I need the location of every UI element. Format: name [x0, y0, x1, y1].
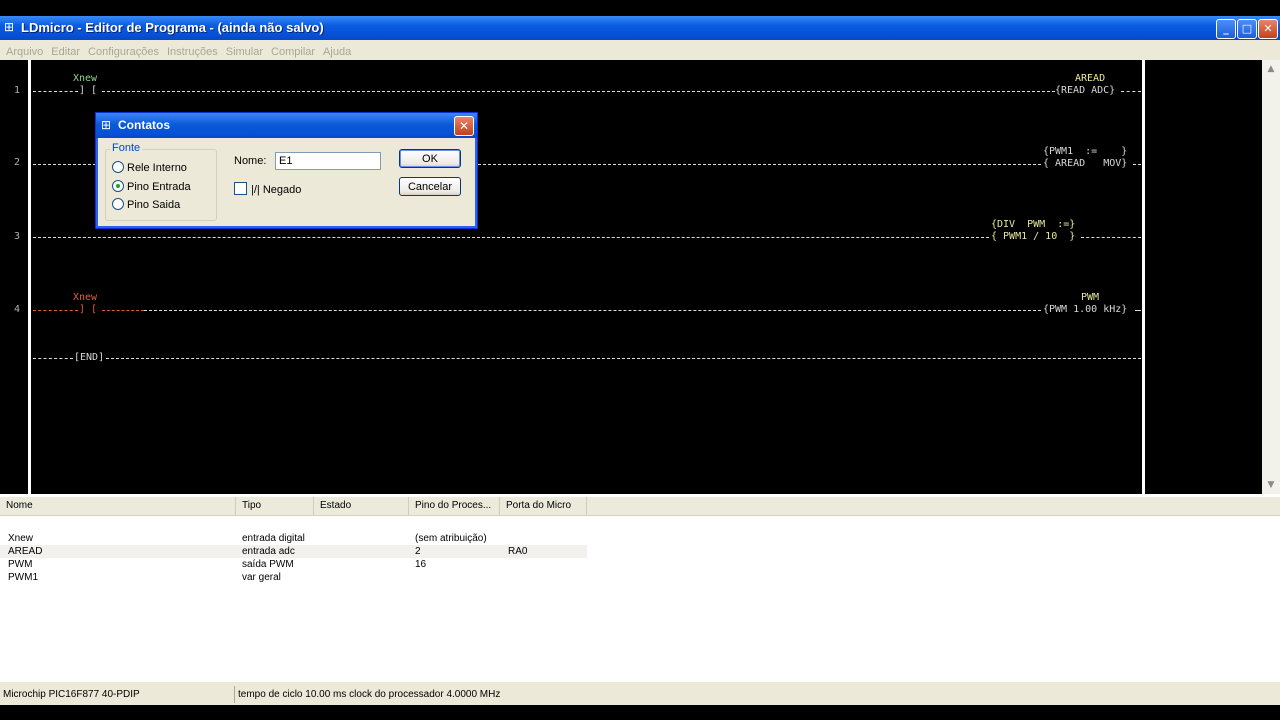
menu-instrucoes[interactable]: Instruções [163, 43, 222, 58]
rung-wire [102, 310, 144, 311]
app-icon: ⊞ [101, 118, 112, 132]
dialog-title-bar[interactable]: ⊞ Contatos ✕ [96, 113, 477, 138]
negated-checkbox[interactable]: |/| Negado [234, 182, 301, 196]
io-list-header: Nome Tipo Estado Pino do Proces... Porta… [0, 497, 1280, 516]
coil-name: AREAD [1075, 73, 1106, 84]
col-estado[interactable]: Estado [314, 497, 409, 515]
scroll-down-icon[interactable]: ▼ [1263, 477, 1279, 493]
scroll-up-icon[interactable]: ▲ [1263, 61, 1279, 77]
name-input[interactable]: E1 [275, 152, 381, 170]
rung-wire [1121, 91, 1141, 92]
rung-wire [1133, 164, 1141, 165]
col-pino[interactable]: Pino do Proces... [409, 497, 500, 515]
title-bar[interactable]: ⊞ LDmicro - Editor de Programa - (ainda … [0, 16, 1280, 40]
rung-number: 4 [14, 304, 21, 315]
table-row[interactable]: PWM saída PWM 16 [0, 558, 587, 571]
col-porta[interactable]: Porta do Micro [500, 497, 587, 515]
radio-label: Pino Entrada [127, 181, 191, 193]
vertical-scrollbar[interactable]: ▲ ▼ [1262, 60, 1280, 494]
rung-wire [33, 237, 989, 238]
cell-tipo: var geral [242, 572, 281, 583]
rung-wire [102, 91, 1055, 92]
contacts-dialog: ⊞ Contatos ✕ Fonte Rele Interno Pino Ent… [95, 112, 478, 229]
rung-number: 2 [14, 157, 21, 168]
cell-tipo: entrada adc [242, 546, 295, 557]
checkbox-label: |/| Negado [251, 184, 302, 196]
table-row[interactable]: AREAD entrada adc 2 RA0 [0, 545, 587, 558]
window-title: LDmicro - Editor de Programa - (ainda nã… [21, 20, 324, 35]
dialog-title: Contatos [118, 118, 170, 132]
radio-pino-entrada[interactable]: Pino Entrada [112, 180, 191, 194]
div-line1[interactable]: {DIV PWM :=} [991, 219, 1075, 231]
col-tipo[interactable]: Tipo [236, 497, 314, 515]
mov-line2[interactable]: { AREAD MOV} [1043, 158, 1127, 170]
menu-editar[interactable]: Editar [47, 43, 84, 58]
contact-symbol[interactable]: ] [ [79, 85, 97, 97]
radio-checked-icon [112, 180, 124, 192]
status-chip: Microchip PIC16F877 40-PDIP [3, 689, 140, 700]
right-power-rail [1142, 60, 1145, 494]
menu-configuracoes[interactable]: Configurações [84, 43, 163, 58]
col-nome[interactable]: Nome [0, 497, 236, 515]
rung-wire [106, 358, 1141, 359]
radio-icon [112, 161, 124, 173]
rung-wire [1081, 237, 1141, 238]
status-bar: Microchip PIC16F877 40-PDIP tempo de cic… [0, 681, 1280, 705]
coil-symbol[interactable]: {PWM 1.00 kHz} [1043, 304, 1127, 316]
contact-name: Xnew [73, 73, 98, 84]
radio-rele-interno[interactable]: Rele Interno [112, 161, 187, 175]
maximize-button[interactable]: □ [1237, 19, 1257, 39]
io-list[interactable]: Nome Tipo Estado Pino do Proces... Porta… [0, 494, 1280, 681]
rung-wire [33, 358, 73, 359]
rung-number: 3 [14, 231, 21, 242]
coil-name: PWM [1081, 292, 1100, 303]
rung-wire [144, 310, 1041, 311]
radio-pino-saida[interactable]: Pino Saida [112, 198, 180, 212]
coil-symbol[interactable]: {READ ADC} [1055, 85, 1115, 97]
dialog-close-button[interactable]: ✕ [454, 116, 474, 136]
cell-tipo: saída PWM [242, 559, 294, 570]
status-cycle: tempo de ciclo 10.00 ms clock do process… [234, 686, 1280, 703]
minimize-button[interactable]: _ [1216, 19, 1236, 39]
mov-line1[interactable]: {PWM1 := } [1043, 146, 1127, 158]
cell-nome: PWM1 [8, 572, 38, 583]
close-button[interactable]: ✕ [1258, 19, 1278, 39]
radio-icon [112, 198, 124, 210]
table-row[interactable]: PWM1 var geral [0, 571, 587, 584]
cell-nome: Xnew [8, 533, 34, 544]
cell-pino: 2 [415, 546, 421, 557]
menu-simular[interactable]: Simular [222, 43, 267, 58]
rung-wire [33, 310, 78, 311]
cell-tipo: entrada digital [242, 533, 305, 544]
left-power-rail [28, 60, 31, 494]
menu-ajuda[interactable]: Ajuda [319, 43, 355, 58]
contact-name: Xnew [73, 292, 98, 303]
cell-nome: PWM [8, 559, 33, 570]
checkbox-icon [234, 182, 247, 195]
rung-wire [1135, 310, 1141, 311]
radio-label: Rele Interno [127, 162, 187, 174]
menu-compilar[interactable]: Compilar [267, 43, 319, 58]
cancel-button[interactable]: Cancelar [399, 177, 461, 196]
radio-label: Pino Saida [127, 199, 181, 211]
div-line2[interactable]: { PWM1 / 10 } [991, 231, 1075, 243]
name-label: Nome: [234, 155, 267, 167]
rung-wire [33, 91, 78, 92]
menu-bar: Arquivo Editar Configurações Instruções Simu… [0, 40, 1280, 60]
cell-pino: (sem atribuição) [415, 533, 487, 544]
cell-porta: RA0 [508, 546, 528, 557]
fonte-group-label: Fonte [110, 142, 143, 154]
app-icon: ⊞ [4, 20, 15, 34]
end-marker: [END] [74, 352, 105, 363]
rung-number: 1 [14, 85, 21, 96]
cell-nome: AREAD [8, 546, 43, 557]
cell-pino: 16 [415, 559, 427, 570]
menu-arquivo[interactable]: Arquivo [0, 43, 47, 58]
table-row[interactable]: Xnew entrada digital (sem atribuição) [0, 532, 587, 545]
contact-symbol[interactable]: ] [ [79, 304, 97, 316]
ok-button[interactable]: OK [399, 149, 461, 168]
